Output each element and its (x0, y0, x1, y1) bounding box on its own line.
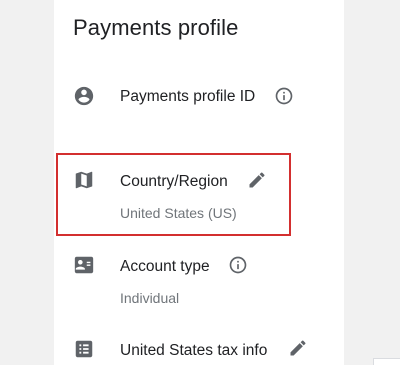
id-card-icon (73, 254, 95, 276)
page-title: Payments profile (73, 15, 239, 40)
tax-document-icon (73, 338, 95, 360)
edit-pencil-icon[interactable] (288, 338, 308, 358)
row-label: United States tax info (120, 342, 268, 359)
corner-tab (373, 358, 400, 365)
row-label: Account type (120, 258, 210, 275)
highlight-box (56, 153, 291, 236)
row-value: Individual (120, 290, 180, 306)
account-circle-icon (73, 85, 95, 107)
info-icon[interactable] (274, 86, 294, 106)
info-icon[interactable] (228, 255, 248, 275)
row-label: Payments profile ID (120, 88, 256, 105)
